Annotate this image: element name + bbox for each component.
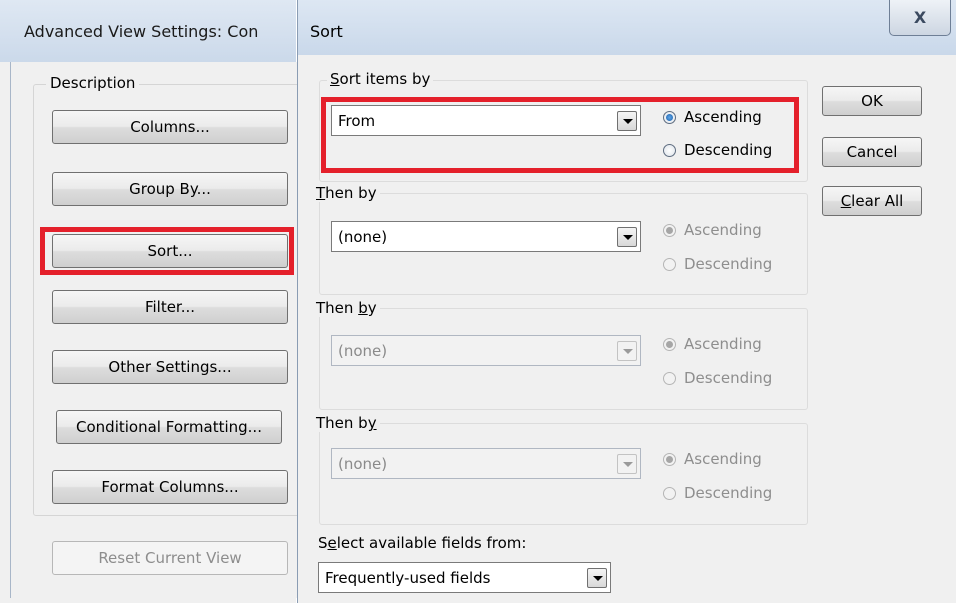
format-columns-button[interactable]: Format Columns... bbox=[52, 470, 288, 504]
filter-button[interactable]: Filter... bbox=[52, 290, 288, 324]
sort-items-by-highlight bbox=[321, 97, 799, 173]
group-by-button[interactable]: Group By... bbox=[52, 172, 288, 206]
then-by-1-descending-radio[interactable]: Descending bbox=[663, 255, 772, 273]
close-button[interactable]: X bbox=[889, 0, 951, 36]
then-by-1-ascending-label: Ascending bbox=[684, 221, 762, 239]
then-by-3-value: (none) bbox=[338, 455, 388, 473]
then-by-2-descending-label: Descending bbox=[684, 369, 773, 387]
ok-button[interactable]: OK bbox=[822, 86, 922, 116]
then-by-1-label: Then by bbox=[313, 184, 380, 202]
available-fields-select[interactable]: Frequently-used fields bbox=[318, 562, 611, 593]
columns-button[interactable]: Columns... bbox=[52, 110, 288, 144]
then-by-2-select[interactable]: (none) bbox=[331, 335, 641, 366]
radio-icon bbox=[663, 452, 676, 466]
radio-icon bbox=[663, 223, 676, 237]
reset-current-view-button[interactable]: Reset Current View bbox=[52, 541, 288, 575]
then-by-3-ascending-radio[interactable]: Ascending bbox=[663, 450, 762, 468]
chevron-down-icon[interactable] bbox=[617, 454, 637, 474]
radio-icon bbox=[663, 486, 676, 500]
other-settings-button[interactable]: Other Settings... bbox=[52, 350, 288, 384]
then-by-1-ascending-radio[interactable]: Ascending bbox=[663, 221, 762, 239]
then-by-2-ascending-label: Ascending bbox=[684, 335, 762, 353]
then-by-3-select[interactable]: (none) bbox=[331, 448, 641, 479]
available-fields-label: Select available fields from: bbox=[318, 534, 527, 552]
radio-icon bbox=[663, 337, 676, 351]
then-by-2-ascending-radio[interactable]: Ascending bbox=[663, 335, 762, 353]
then-by-3-label: Then by bbox=[313, 414, 380, 432]
then-by-3-ascending-label: Ascending bbox=[684, 450, 762, 468]
chevron-down-icon[interactable] bbox=[617, 227, 637, 247]
then-by-2-value: (none) bbox=[338, 342, 388, 360]
sort-button-highlight bbox=[40, 227, 294, 275]
sort-titlebar: Sort X bbox=[298, 0, 956, 55]
then-by-1-value: (none) bbox=[338, 228, 388, 246]
conditional-formatting-button[interactable]: Conditional Formatting... bbox=[56, 410, 282, 444]
advanced-view-title: Advanced View Settings: Con bbox=[24, 22, 259, 41]
description-label: Description bbox=[46, 74, 140, 92]
then-by-1-select[interactable]: (none) bbox=[331, 221, 641, 252]
then-by-2-descending-radio[interactable]: Descending bbox=[663, 369, 772, 387]
then-by-2-label: Then by bbox=[313, 299, 380, 317]
then-by-1-descending-label: Descending bbox=[684, 255, 773, 273]
chevron-down-icon[interactable] bbox=[587, 568, 607, 588]
close-icon: X bbox=[913, 8, 927, 27]
then-by-3-descending-label: Descending bbox=[684, 484, 773, 502]
sort-dialog-title: Sort bbox=[310, 22, 343, 41]
clear-all-button[interactable]: Clear All bbox=[822, 186, 922, 216]
chevron-down-icon[interactable] bbox=[617, 341, 637, 361]
cancel-button[interactable]: Cancel bbox=[822, 137, 922, 167]
advanced-view-titlebar: Advanced View Settings: Con bbox=[0, 0, 296, 62]
radio-icon bbox=[663, 257, 676, 271]
then-by-3-descending-radio[interactable]: Descending bbox=[663, 484, 772, 502]
sort-items-by-label: Sort items by bbox=[327, 70, 434, 88]
radio-icon bbox=[663, 371, 676, 385]
available-fields-value: Frequently-used fields bbox=[325, 569, 491, 587]
advanced-view-settings-dialog: Advanced View Settings: Con Description … bbox=[0, 0, 305, 603]
